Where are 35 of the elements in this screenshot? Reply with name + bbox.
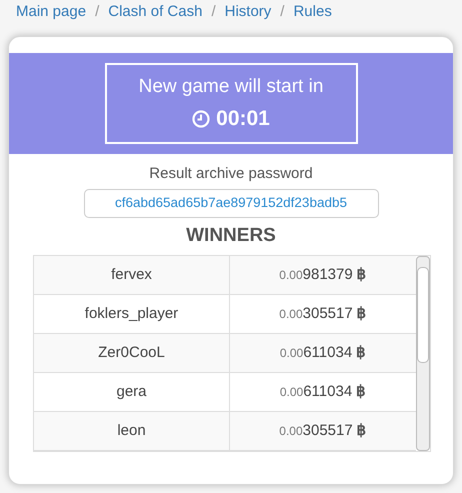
amount-prefix: 0.00 [279,423,303,440]
amount-prefix: 0.00 [279,306,303,323]
currency-symbol: ฿ [356,342,366,363]
amount-value: 981379 [302,264,353,285]
countdown-title: New game will start in [138,74,324,98]
breadcrumb-link[interactable]: Rules [293,0,332,24]
breadcrumb-link[interactable]: Main page [16,0,86,24]
player-name-cell: fervex [34,256,230,294]
currency-symbol: ฿ [356,264,367,285]
amount-prefix: 0.00 [280,384,304,401]
currency-symbol: ฿ [356,382,366,402]
breadcrumb-separator: / [95,2,100,22]
amount-value: 611034 [303,382,352,402]
breadcrumb-link[interactable]: Clash of Cash [108,0,202,24]
currency-symbol: ฿ [356,420,367,441]
breadcrumb-separator: / [280,2,284,22]
scrollbar[interactable] [416,256,430,451]
clock-icon [192,110,210,128]
breadcrumb-separator: / [211,2,216,22]
currency-symbol: ฿ [356,304,367,324]
scrollbar-thumb[interactable] [417,267,429,363]
player-name-cell: leon [34,412,230,450]
player-name-cell: foklers_player [34,295,230,333]
countdown-time: 00:01 [216,106,270,132]
password-label: Result archive password [149,164,313,184]
player-name-cell: Zer0CooL [34,334,230,372]
player-name-cell: gera [34,373,230,411]
winners-heading: WINNERS [186,224,276,248]
breadcrumb-link[interactable]: History [224,0,272,24]
amount-value: 611034 [303,342,352,363]
amount-value: 305517 [302,420,353,441]
amount-prefix: 0.00 [279,267,303,284]
password-field[interactable]: cf6abd65ad65b7ae8979152df23badb5 [84,188,378,218]
amount-prefix: 0.00 [280,345,304,362]
amount-value: 305517 [302,304,353,324]
